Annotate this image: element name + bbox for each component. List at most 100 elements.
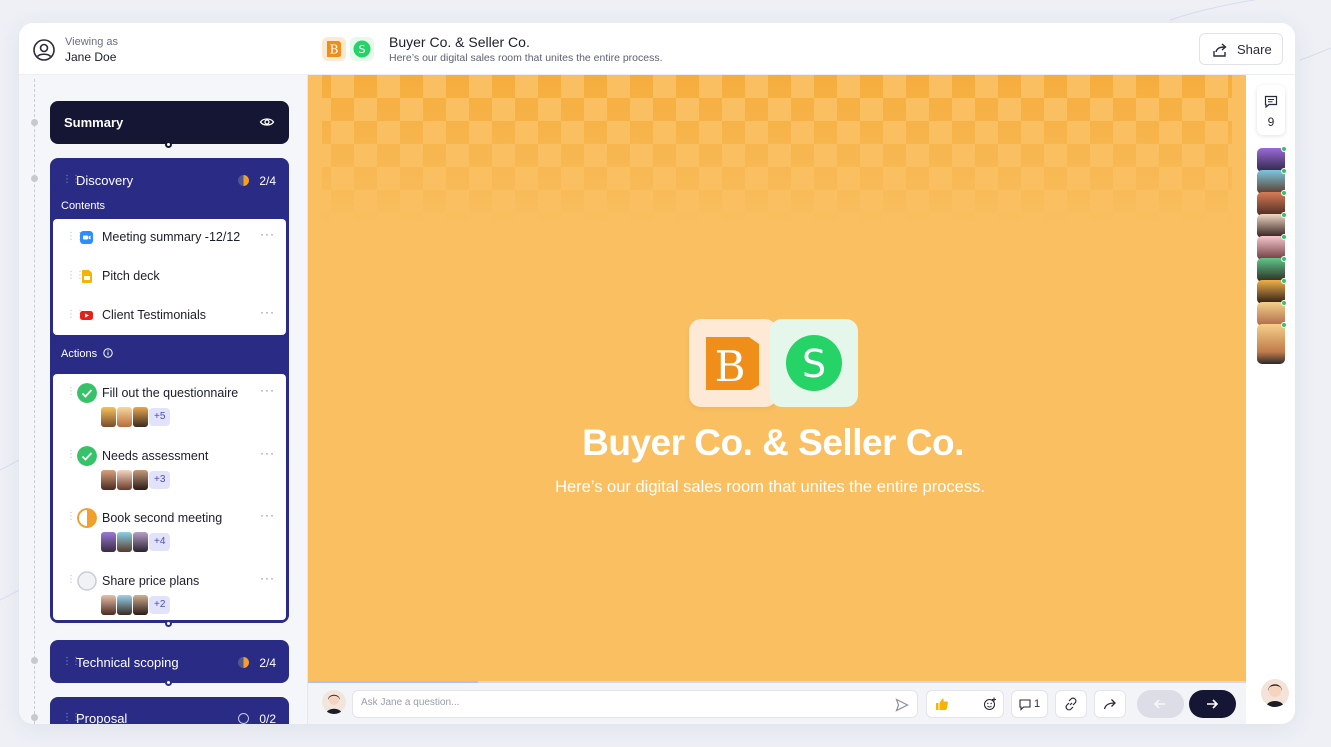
check-done-icon[interactable] [77, 383, 97, 403]
action-label: Book second meeting [102, 511, 223, 525]
forward-button[interactable] [1094, 690, 1126, 718]
action-item-book-meeting[interactable]: ⋮⋮ Book second meeting ··· +4 [53, 499, 286, 559]
online-indicator [1281, 278, 1287, 284]
share-icon [1213, 43, 1227, 57]
actions-label: Actions [61, 348, 113, 360]
next-page-button[interactable] [1189, 690, 1236, 718]
info-icon[interactable] [103, 348, 113, 358]
slides-icon [82, 270, 92, 283]
comment-count: 9 [1267, 115, 1275, 129]
assignee-avatars[interactable]: +4 [101, 532, 171, 552]
assignee-avatars[interactable]: +3 [101, 470, 171, 490]
avatar [117, 470, 132, 490]
hero-buyer-logo: B [689, 319, 777, 407]
stage-label: Technical scoping [76, 655, 179, 670]
stage-count: 2/4 [259, 656, 276, 670]
buyer-logo-letter: B [330, 43, 339, 57]
action-item-needs-assessment[interactable]: ⋮⋮ Needs assessment ··· +3 [53, 437, 286, 497]
host-avatar-rail[interactable] [1261, 679, 1289, 707]
avatar [133, 407, 148, 427]
bottom-toolbar: 1 [308, 681, 1246, 724]
seller-logo-letter: S [359, 43, 366, 56]
content-item-client-testimonials[interactable]: ⋮⋮ Client Testimonials ··· [53, 301, 286, 331]
person-avatar-icon [1266, 684, 1284, 707]
send-icon[interactable] [895, 698, 909, 712]
stage-proposal[interactable]: ⋮⋮ Proposal 0/2 [50, 697, 289, 724]
avatar [101, 595, 116, 615]
online-indicator [1281, 190, 1287, 196]
stage-technical-scoping[interactable]: ⋮⋮ Technical scoping 2/4 [50, 640, 289, 683]
ask-question-input[interactable] [361, 697, 881, 708]
actions-list: ⋮⋮ Fill out the questionnaire ··· +5 ⋮⋮ … [53, 374, 286, 620]
stage-discovery[interactable]: ⋮⋮ Discovery 2/4 Contents ⋮⋮ Meeting sum… [50, 158, 289, 623]
comment-icon [1019, 699, 1031, 711]
more-assignees-badge[interactable]: +2 [149, 596, 171, 614]
stage-count: 2/4 [259, 174, 276, 188]
stage-progress-icon [238, 175, 249, 186]
seller-logo: S [350, 37, 374, 61]
comments-toolbar-button[interactable]: 1 [1011, 690, 1048, 718]
more-assignees-badge[interactable]: +4 [149, 533, 171, 551]
action-label: Share price plans [102, 574, 200, 588]
more-options-icon[interactable]: ··· [260, 227, 275, 241]
hero-title: Buyer Co. & Seller Co. [582, 422, 964, 463]
action-label: Needs assessment [102, 449, 209, 463]
assignee-avatars[interactable]: +5 [101, 407, 171, 427]
room-subtitle: Here’s our digital sales room that unite… [389, 52, 663, 64]
stage-label: Proposal [76, 711, 128, 724]
more-options-icon[interactable]: ··· [260, 383, 275, 397]
avatar [117, 595, 132, 615]
more-options-icon[interactable]: ··· [260, 571, 275, 585]
avatar[interactable] [1257, 322, 1287, 364]
half-progress-icon[interactable] [77, 508, 97, 528]
more-options-icon[interactable]: ··· [260, 305, 275, 319]
avatar [101, 470, 116, 490]
react-button[interactable] [926, 690, 1004, 718]
comment-count: 1 [1034, 698, 1041, 710]
avatar [117, 532, 132, 552]
connector-knob [165, 141, 172, 148]
youtube-icon [80, 311, 93, 320]
action-item-share-price-plans[interactable]: ⋮⋮ Share price plans ··· +2 [53, 562, 286, 622]
online-indicator [1281, 212, 1287, 218]
avatar [101, 407, 116, 427]
stage-progress-icon [238, 657, 249, 668]
more-assignees-badge[interactable]: +3 [149, 471, 171, 489]
more-options-icon[interactable]: ··· [260, 508, 275, 522]
ask-question-box[interactable] [352, 690, 918, 718]
seller-logo-icon: S [353, 40, 371, 58]
more-options-icon[interactable]: ··· [260, 446, 275, 460]
buyer-logo-icon: B [327, 41, 341, 57]
assignee-avatars[interactable]: +2 [101, 595, 171, 615]
hero-seller-letter: S [802, 342, 826, 386]
host-avatar [322, 690, 346, 714]
hero-seller-logo: S [770, 319, 858, 407]
online-indicator [1281, 234, 1287, 240]
copy-link-button[interactable] [1055, 690, 1087, 718]
buyer-logo: B [322, 37, 346, 61]
timeline-dot [31, 175, 38, 182]
action-item-questionnaire[interactable]: ⋮⋮ Fill out the questionnaire ··· +5 [53, 374, 286, 434]
summary-label: Summary [64, 115, 124, 130]
viewer-name: Jane Doe [65, 50, 117, 64]
hero-buyer-letter: B [715, 342, 746, 391]
empty-circle-icon[interactable] [77, 571, 97, 591]
avatar [101, 532, 116, 552]
previous-page-button[interactable] [1137, 690, 1184, 718]
eye-icon[interactable] [259, 114, 275, 130]
stage-label: Discovery [76, 173, 134, 188]
hero-subtitle: Here’s our digital sales room that unite… [555, 478, 985, 496]
viewer-panel: Viewing as Jane Doe [19, 23, 308, 75]
stage-count: 0/2 [259, 712, 276, 724]
content-item-pitch-deck[interactable]: ⋮⋮ Pitch deck [53, 262, 286, 292]
share-label: Share [1237, 42, 1272, 57]
more-assignees-badge[interactable]: +5 [149, 408, 171, 426]
share-button[interactable]: Share [1199, 33, 1283, 65]
check-done-icon[interactable] [77, 446, 97, 466]
content-item-meeting-summary[interactable]: ⋮⋮ Meeting summary -12/12 ··· [53, 223, 286, 253]
summary-stage[interactable]: Summary [50, 101, 289, 144]
actions-label-text: Actions [61, 348, 98, 360]
comments-button[interactable]: 9 [1257, 85, 1285, 135]
checker-pattern [308, 75, 1246, 225]
content-item-label: Meeting summary -12/12 [102, 230, 241, 244]
